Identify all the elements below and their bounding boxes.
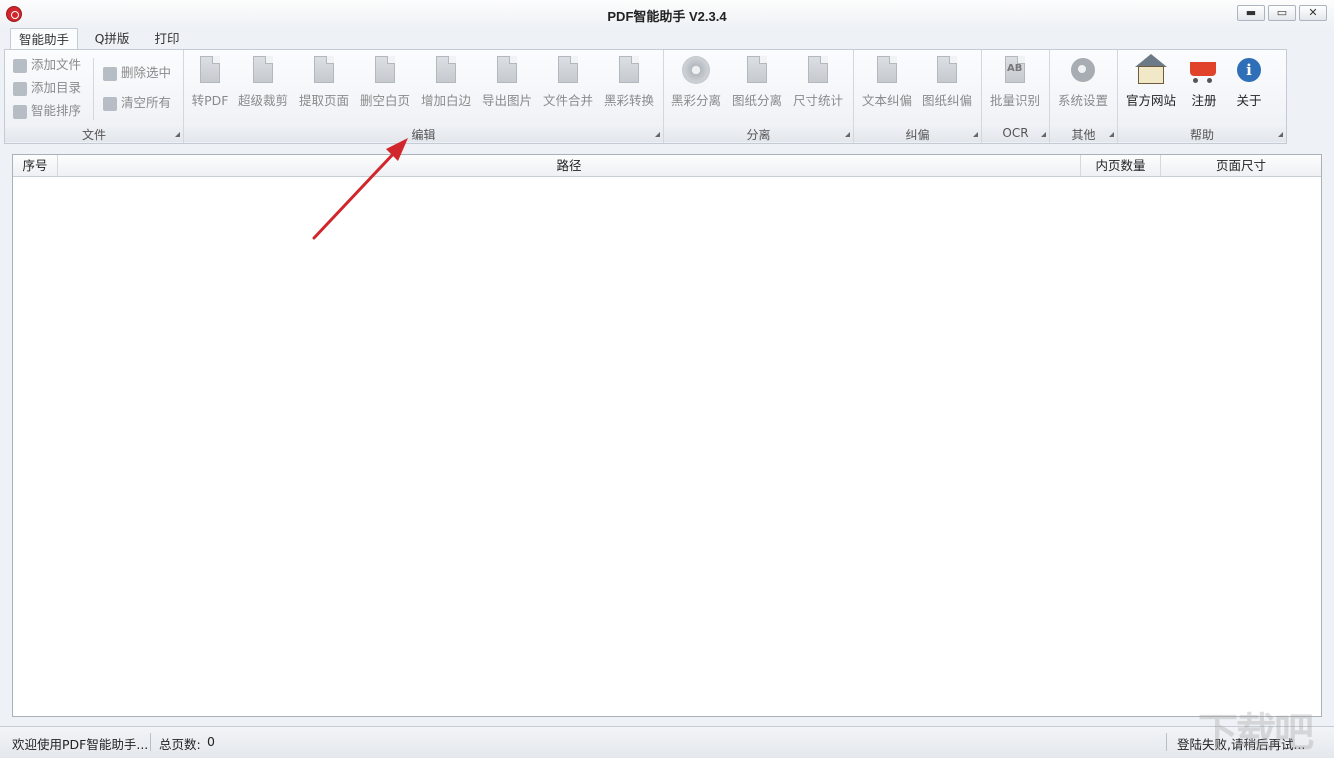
table-header: 序号 路径 内页数量 页面尺寸 xyxy=(13,155,1321,177)
blank-page-icon xyxy=(369,54,401,86)
column-header-page-size[interactable]: 页面尺寸 xyxy=(1161,155,1321,176)
disc-icon xyxy=(680,54,712,86)
bw-color-split-button[interactable]: 黑彩分离 xyxy=(666,54,726,114)
tab-smart-assistant[interactable]: 智能助手 xyxy=(10,28,78,50)
super-crop-button[interactable]: 超级裁剪 xyxy=(233,54,293,114)
dialog-launcher-icon[interactable] xyxy=(845,132,850,137)
close-button[interactable]: ✕ xyxy=(1299,5,1327,21)
drawing-icon xyxy=(741,54,773,86)
deskew-group-label: 纠偏 xyxy=(854,126,981,142)
ocr-ab-icon: AB xyxy=(999,54,1031,86)
status-welcome: 欢迎使用PDF智能助手... xyxy=(12,734,148,753)
delete-list-icon xyxy=(103,67,117,81)
tab-q-imposition[interactable]: Q拼版 xyxy=(84,28,140,50)
help-group-label: 帮助 xyxy=(1118,126,1286,142)
dialog-launcher-icon[interactable] xyxy=(1278,132,1283,137)
help-group: 官方网站 注册 i关于 帮助 xyxy=(1118,50,1286,143)
dialog-launcher-icon[interactable] xyxy=(655,132,660,137)
watermark-logo: 下载吧 xyxy=(1198,700,1312,758)
column-header-page-count[interactable]: 内页数量 xyxy=(1081,155,1161,176)
system-settings-button[interactable]: 系统设置 xyxy=(1053,54,1113,114)
batch-ocr-button[interactable]: AB批量识别 xyxy=(985,54,1045,114)
ribbon-tabs: 智能助手 Q拼版 打印 xyxy=(0,28,1334,50)
clear-list-icon xyxy=(103,97,117,111)
status-total-pages-label: 总页数: xyxy=(159,734,201,753)
column-header-index[interactable]: 序号 xyxy=(13,155,58,176)
split-group: 黑彩分离 图纸分离 尺寸统计 分离 xyxy=(664,50,854,143)
deskew-group: 文本纠偏 图纸纠偏 纠偏 xyxy=(854,50,982,143)
official-website-button[interactable]: 官方网站 xyxy=(1121,54,1181,114)
other-group: 系统设置 其他 xyxy=(1050,50,1118,143)
ribbon: 添加文件 添加目录 智能排序 删除选中 清空所有 文件 转PDF 超级裁剪 提取… xyxy=(4,49,1287,144)
add-file-button[interactable]: 添加文件 xyxy=(13,55,81,75)
file-list-table[interactable]: 序号 路径 内页数量 页面尺寸 xyxy=(12,154,1322,717)
ocr-group: AB批量识别 OCR xyxy=(982,50,1050,143)
window-title: PDF智能助手 V2.3.4 xyxy=(0,6,1334,25)
dialog-launcher-icon[interactable] xyxy=(1041,132,1046,137)
status-total-pages-value: 0 xyxy=(207,734,215,749)
export-images-button[interactable]: 导出图片 xyxy=(477,54,537,114)
gear-icon xyxy=(1067,54,1099,86)
title-bar: PDF智能助手 V2.3.4 ▬ ▭ ✕ xyxy=(0,0,1334,28)
drawing-split-button[interactable]: 图纸分离 xyxy=(727,54,787,114)
to-pdf-button[interactable]: 转PDF xyxy=(180,54,240,114)
shopping-cart-icon xyxy=(1188,54,1220,86)
divider xyxy=(93,58,94,120)
crop-icon xyxy=(247,54,279,86)
sort-az-icon xyxy=(13,105,27,119)
drawing-deskew-button[interactable]: 图纸纠偏 xyxy=(917,54,977,114)
add-file-icon xyxy=(13,59,27,73)
image-icon xyxy=(491,54,523,86)
monitor-icon xyxy=(931,54,963,86)
add-folder-icon xyxy=(13,82,27,96)
extract-pages-button[interactable]: 提取页面 xyxy=(294,54,354,114)
dialog-launcher-icon[interactable] xyxy=(1109,132,1114,137)
ocr-group-label: OCR xyxy=(982,126,1049,142)
text-deskew-button[interactable]: 文本纠偏 xyxy=(857,54,917,114)
color-to-bw-button[interactable]: 黑彩转换 xyxy=(599,54,659,114)
delete-selected-button[interactable]: 删除选中 xyxy=(103,63,171,83)
split-group-label: 分离 xyxy=(664,126,853,142)
dialog-launcher-icon[interactable] xyxy=(175,132,180,137)
edit-group: 转PDF 超级裁剪 提取页面 删空白页 增加白边 导出图片 文件合并 黑彩转换 … xyxy=(184,50,664,143)
edit-group-label: 编辑 xyxy=(184,126,663,142)
minimize-button[interactable]: ▬ xyxy=(1237,5,1265,21)
clear-all-button[interactable]: 清空所有 xyxy=(103,93,171,113)
column-header-path[interactable]: 路径 xyxy=(58,155,1081,176)
add-margin-button[interactable]: 增加白边 xyxy=(416,54,476,114)
about-button[interactable]: i关于 xyxy=(1219,54,1279,114)
maximize-button[interactable]: ▭ xyxy=(1268,5,1296,21)
merge-files-button[interactable]: 文件合并 xyxy=(538,54,598,114)
bucket-icon xyxy=(613,54,645,86)
info-icon: i xyxy=(1233,54,1265,86)
file-group: 添加文件 添加目录 智能排序 删除选中 清空所有 文件 xyxy=(5,50,184,143)
delete-blank-pages-button[interactable]: 删空白页 xyxy=(355,54,415,114)
extract-pages-icon xyxy=(308,54,340,86)
tab-print[interactable]: 打印 xyxy=(146,28,188,50)
status-divider xyxy=(1166,733,1167,751)
sum-table-icon xyxy=(802,54,834,86)
file-group-label: 文件 xyxy=(5,126,183,142)
add-folder-button[interactable]: 添加目录 xyxy=(13,78,81,98)
annotation-arrow xyxy=(300,135,420,245)
size-statistics-button[interactable]: 尺寸统计 xyxy=(788,54,848,114)
home-icon xyxy=(1135,54,1167,86)
dialog-launcher-icon[interactable] xyxy=(973,132,978,137)
status-bar: 欢迎使用PDF智能助手... 总页数: 0 登陆失败,请稍后再试... xyxy=(0,726,1334,758)
other-group-label: 其他 xyxy=(1050,126,1117,142)
add-margin-icon xyxy=(430,54,462,86)
to-pdf-icon xyxy=(194,54,226,86)
smart-sort-button[interactable]: 智能排序 xyxy=(13,101,81,121)
text-page-icon xyxy=(871,54,903,86)
merge-icon xyxy=(552,54,584,86)
status-divider xyxy=(150,733,151,751)
